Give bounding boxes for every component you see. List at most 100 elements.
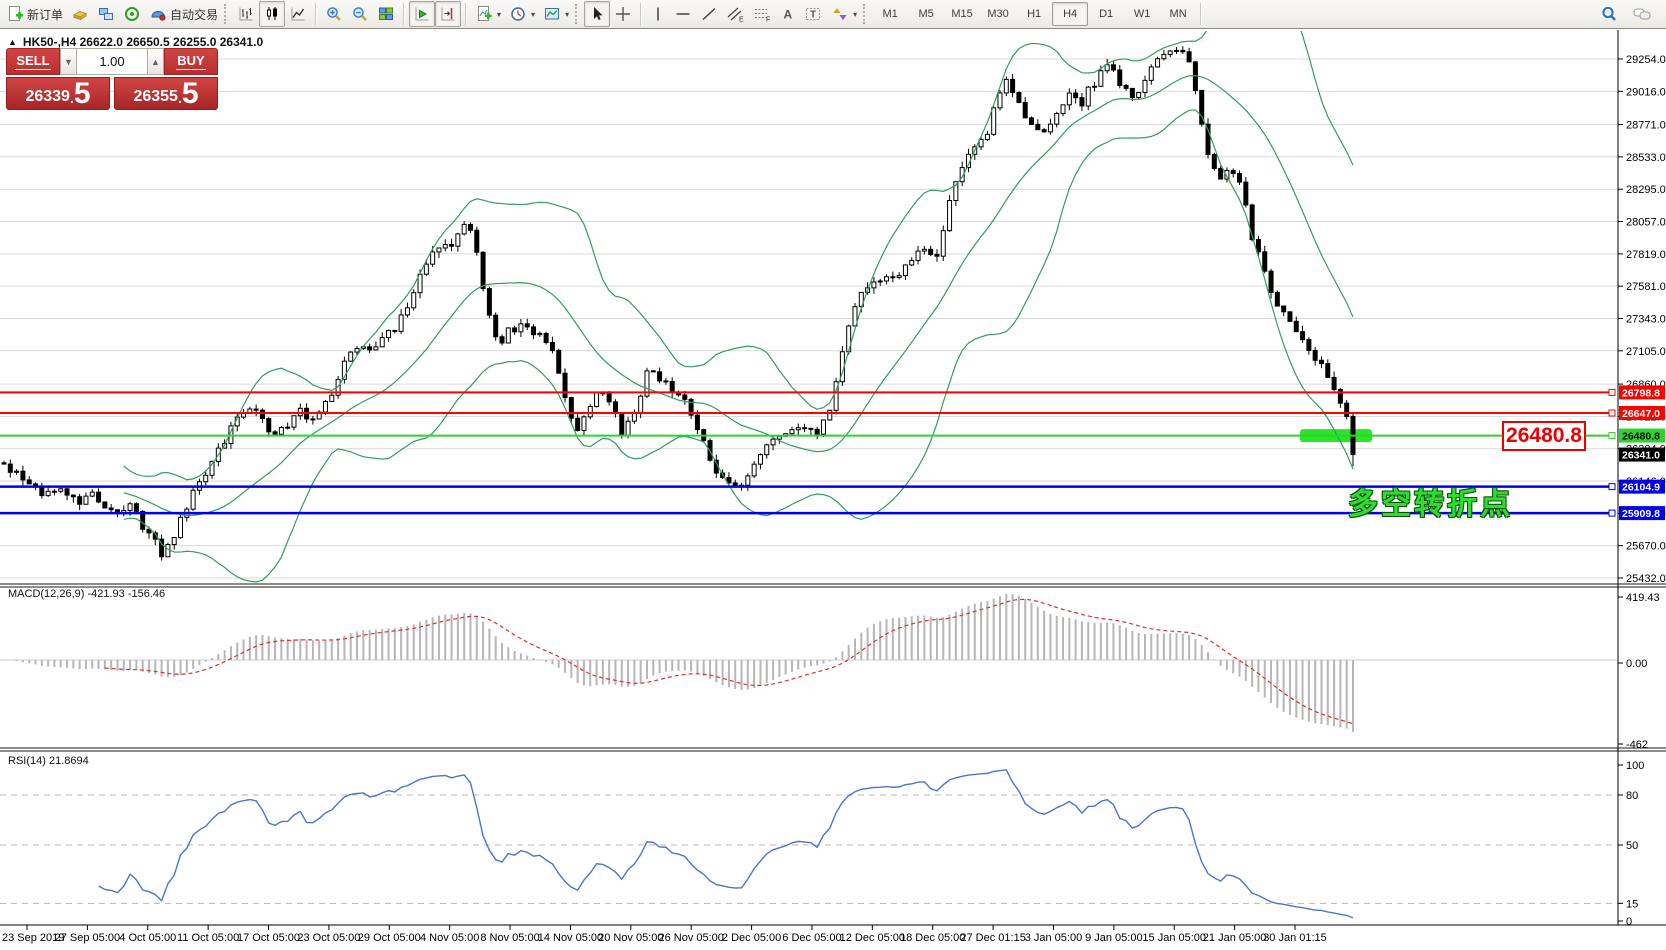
timeframe-h1[interactable]: H1 [1016, 2, 1052, 26]
timeframe-m5[interactable]: M5 [908, 2, 944, 26]
sell-button[interactable]: SELL [6, 48, 60, 75]
annotation-text[interactable]: 多空转折点 [1348, 479, 1513, 523]
toolbar-grip [575, 4, 580, 24]
chart-ohlc-header: ▲ HK50-,H4 26622.0 26650.5 26255.0 26341… [8, 35, 263, 49]
signal-icon [123, 5, 141, 23]
svg-text:419.43: 419.43 [1626, 592, 1660, 604]
toolbar-separator [1200, 3, 1202, 25]
svg-text:E: E [739, 17, 744, 24]
toolbar-separator [640, 3, 642, 25]
tile-windows-button[interactable] [373, 1, 399, 27]
equidistant-channel-button[interactable]: E [722, 1, 749, 27]
zoom-in-icon [325, 5, 343, 23]
svg-text:27819.0: 27819.0 [1626, 249, 1666, 261]
template-icon [543, 5, 561, 23]
toolbar-separator [403, 3, 405, 25]
text-button[interactable]: A [776, 1, 800, 27]
cursor-icon [588, 5, 606, 23]
timeframe-m15[interactable]: M15 [944, 2, 980, 26]
data-window-button[interactable] [119, 1, 145, 27]
chat-button[interactable] [1628, 1, 1656, 27]
timeframe-h4[interactable]: H4 [1052, 2, 1088, 26]
sell-price-display[interactable]: 26339.5 [6, 77, 110, 110]
line-chart-button[interactable] [285, 1, 311, 27]
crosshair-icon [614, 5, 632, 23]
svg-text:100: 100 [1626, 760, 1644, 772]
timeframe-w1[interactable]: W1 [1124, 2, 1160, 26]
auto-scroll-icon [413, 5, 431, 23]
svg-text:27581.0: 27581.0 [1626, 281, 1666, 293]
svg-text:F: F [766, 17, 770, 24]
timeframe-m1[interactable]: M1 [872, 2, 908, 26]
volume-decrease-button[interactable]: ▼ [60, 48, 77, 75]
toolbar-grip [863, 4, 868, 24]
vertical-line-button[interactable] [646, 1, 670, 27]
autotrading-button[interactable]: 自动交易 [145, 1, 222, 27]
cursor-button[interactable] [584, 1, 610, 27]
svg-text:28057.0: 28057.0 [1626, 217, 1666, 229]
new-order-button[interactable]: 新订单 [2, 1, 67, 27]
chart-canvas[interactable]: 29254.029016.028771.028533.028295.028057… [0, 0, 1666, 950]
crosshair-button[interactable] [610, 1, 636, 27]
timeframe-d1[interactable]: D1 [1088, 2, 1124, 26]
svg-text:15: 15 [1626, 898, 1638, 910]
chevron-down-icon: ▾ [853, 10, 857, 19]
buy-price-display[interactable]: 26355.5 [114, 77, 218, 110]
svg-text:25670.0: 25670.0 [1626, 541, 1666, 553]
svg-text:3 Jan 05:00: 3 Jan 05:00 [1025, 932, 1083, 944]
timeframe-mn[interactable]: MN [1160, 2, 1196, 26]
chart-shift-button[interactable] [435, 1, 461, 27]
rsi-pane [0, 770, 1618, 918]
candlestick-chart-icon [263, 5, 281, 23]
zoom-out-button[interactable] [347, 1, 373, 27]
buy-button[interactable]: BUY [164, 48, 218, 75]
trendline-button[interactable] [696, 1, 722, 27]
timeframe-m30[interactable]: M30 [980, 2, 1016, 26]
svg-text:26480.8: 26480.8 [1622, 431, 1660, 443]
bollinger-bands [124, 0, 1353, 582]
indicators-icon [475, 5, 493, 23]
chevron-down-icon: ▾ [565, 10, 569, 19]
new-chart-button[interactable] [67, 1, 93, 27]
svg-text:6 Dec 05:00: 6 Dec 05:00 [782, 932, 841, 944]
svg-text:28533.0: 28533.0 [1626, 152, 1666, 164]
horizontal-line-button[interactable] [670, 1, 696, 27]
time-axis: 23 Sep 201927 Sep 05:004 Oct 05:0011 Oct… [2, 925, 1327, 944]
pane-dividers[interactable] [0, 30, 1666, 925]
ohlc-text: HK50-,H4 26622.0 26650.5 26255.0 26341.0 [23, 35, 263, 49]
text-label-button[interactable]: T [800, 1, 827, 27]
price-callout-box[interactable]: 26480.8 [1502, 421, 1586, 451]
zoom-in-button[interactable] [321, 1, 347, 27]
fibonacci-button[interactable]: F [749, 1, 776, 27]
indicators-button[interactable]: ▾ [471, 1, 505, 27]
volume-increase-button[interactable]: ▲ [147, 48, 164, 75]
zoom-out-icon [351, 5, 369, 23]
arrows-icon [831, 5, 849, 23]
one-click-trading-panel: SELL ▼ 1.00 ▲ BUY 26339.5 26355.5 [6, 48, 218, 110]
chevron-down-icon: ▾ [531, 10, 535, 19]
clock-icon [509, 5, 527, 23]
bar-chart-icon [237, 5, 255, 23]
autotrading-icon [149, 5, 167, 23]
arrows-button[interactable]: ▾ [827, 1, 861, 27]
bar-chart-button[interactable] [233, 1, 259, 27]
templates-button[interactable]: ▾ [539, 1, 573, 27]
svg-text:A: A [784, 8, 793, 22]
fibonacci-icon: F [753, 5, 772, 23]
svg-text:26 Nov 05:00: 26 Nov 05:00 [658, 932, 723, 944]
periods-button[interactable]: ▾ [505, 1, 539, 27]
candlestick-chart-button[interactable] [259, 1, 285, 27]
svg-text:26341.0: 26341.0 [1622, 450, 1660, 462]
volume-input[interactable]: 1.00 [77, 48, 147, 75]
svg-text:0: 0 [1626, 916, 1632, 928]
auto-scroll-button[interactable] [409, 1, 435, 27]
svg-text:15 Jan 05:00: 15 Jan 05:00 [1142, 932, 1206, 944]
svg-text:2 Dec 05:00: 2 Dec 05:00 [722, 932, 781, 944]
svg-text:28771.0: 28771.0 [1626, 120, 1666, 132]
svg-text:26798.8: 26798.8 [1622, 387, 1660, 399]
line-chart-icon [289, 5, 307, 23]
svg-text:25909.8: 25909.8 [1622, 508, 1660, 520]
search-button[interactable] [1596, 1, 1622, 27]
profiles-button[interactable] [93, 1, 119, 27]
collapse-triangle-icon[interactable]: ▲ [8, 37, 17, 47]
